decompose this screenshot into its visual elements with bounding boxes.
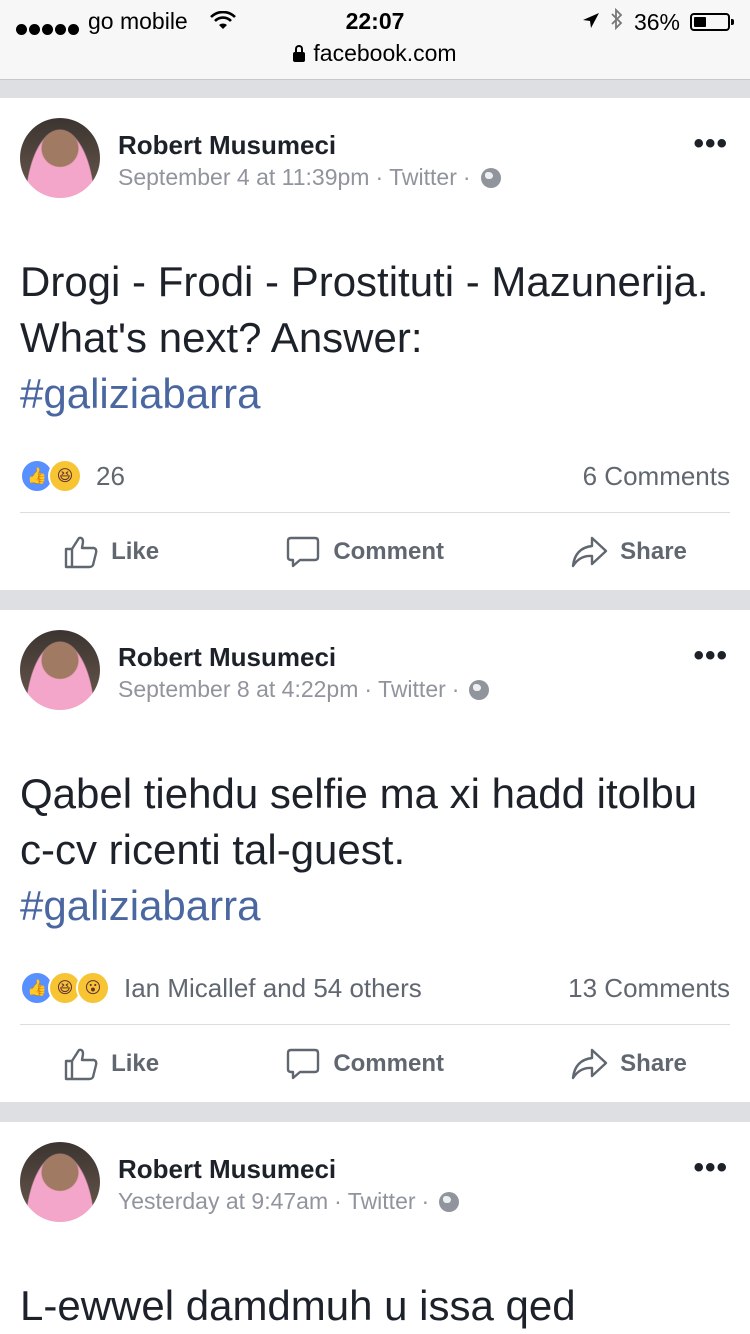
hashtag-link[interactable]: #galiziabarra <box>20 878 728 934</box>
avatar[interactable] <box>20 630 100 710</box>
status-bar: go mobile 22:07 36% facebook.com <box>0 0 750 80</box>
haha-reaction-icon: 😆 <box>48 459 82 493</box>
comment-bubble-icon <box>285 534 321 570</box>
like-button[interactable]: Like <box>63 1046 159 1082</box>
post-text: L-ewwel damdmuh u issa qed <box>20 1278 728 1334</box>
more-options-icon[interactable]: ••• <box>693 129 728 159</box>
hashtag-link[interactable]: #galiziabarra <box>20 366 728 422</box>
wow-reaction-icon: 😮 <box>76 971 110 1005</box>
meta-separator: · <box>462 164 471 190</box>
post-source[interactable]: Twitter <box>389 164 457 191</box>
bluetooth-icon <box>610 7 624 36</box>
post-timestamp[interactable]: September 4 at 11:39pm <box>118 164 369 191</box>
post-actions: Like Comment Share <box>0 1036 750 1092</box>
post-body: L-ewwel damdmuh u issa qed <box>20 1282 576 1329</box>
url-text: facebook.com <box>313 40 457 66</box>
meta-separator: · <box>375 164 384 190</box>
battery-percentage: 36% <box>633 8 680 35</box>
comments-count[interactable]: 6 Comments <box>583 461 730 492</box>
battery-icon <box>690 13 734 31</box>
reaction-icons: 👍 😆 😮 <box>20 971 110 1005</box>
location-arrow-icon <box>582 9 600 36</box>
share-button[interactable]: Share <box>570 534 687 570</box>
post-source[interactable]: Twitter <box>378 676 446 703</box>
post-author[interactable]: Robert Musumeci <box>118 1154 336 1185</box>
post-text: Qabel tiehdu selfie ma xi hadd itolbu c-… <box>20 766 728 934</box>
share-label: Share <box>620 538 687 565</box>
post-timestamp[interactable]: September 8 at 4:22pm <box>118 676 358 703</box>
post-meta: Yesterday at 9:47am · Twitter · <box>118 1188 460 1215</box>
post-timestamp[interactable]: Yesterday at 9:47am <box>118 1188 328 1215</box>
like-label: Like <box>111 1050 160 1077</box>
post-source[interactable]: Twitter <box>348 1188 416 1215</box>
share-arrow-icon <box>570 534 608 570</box>
post-body: Qabel tiehdu selfie ma xi hadd itolbu c-… <box>20 770 698 873</box>
thumbs-up-icon <box>63 534 99 570</box>
divider <box>20 1024 730 1025</box>
comment-button[interactable]: Comment <box>285 534 444 570</box>
post-author[interactable]: Robert Musumeci <box>118 130 336 161</box>
more-options-icon[interactable]: ••• <box>693 1153 728 1183</box>
meta-separator: · <box>421 1188 430 1214</box>
comment-bubble-icon <box>285 1046 321 1082</box>
reaction-icons: 👍 😆 <box>20 459 82 493</box>
post-author[interactable]: Robert Musumeci <box>118 642 336 673</box>
share-button[interactable]: Share <box>570 1046 687 1082</box>
post-body: Drogi - Frodi - Prostituti - Mazunerija.… <box>20 258 709 361</box>
share-arrow-icon <box>570 1046 608 1082</box>
comment-label: Comment <box>333 1050 444 1077</box>
like-button[interactable]: Like <box>63 534 159 570</box>
share-label: Share <box>620 1050 687 1077</box>
globe-icon <box>469 679 490 700</box>
globe-icon <box>439 1191 460 1212</box>
comments-count[interactable]: 13 Comments <box>568 973 730 1004</box>
like-label: Like <box>111 538 160 565</box>
comment-button[interactable]: Comment <box>285 1046 444 1082</box>
post-text: Drogi - Frodi - Prostituti - Mazunerija.… <box>20 254 728 422</box>
post-meta: September 4 at 11:39pm · Twitter · <box>118 164 501 191</box>
reaction-count[interactable]: Ian Micallef and 54 others <box>124 973 568 1004</box>
feed-post: Robert Musumeci Yesterday at 9:47am · Tw… <box>0 1122 750 1334</box>
feed-post: Robert Musumeci September 4 at 11:39pm ·… <box>0 98 750 590</box>
meta-separator: · <box>451 676 460 702</box>
divider <box>20 512 730 513</box>
meta-separator: · <box>364 676 373 702</box>
meta-separator: · <box>334 1188 342 1214</box>
thumbs-up-icon <box>63 1046 99 1082</box>
feed-post: Robert Musumeci September 8 at 4:22pm · … <box>0 610 750 1102</box>
reaction-summary[interactable]: 👍 😆 😮 Ian Micallef and 54 others 13 Comm… <box>20 968 730 1008</box>
address-bar[interactable]: facebook.com <box>0 40 750 67</box>
reaction-count[interactable]: 26 <box>96 461 583 492</box>
reaction-summary[interactable]: 👍 😆 26 6 Comments <box>20 456 730 496</box>
more-options-icon[interactable]: ••• <box>693 641 728 671</box>
globe-icon <box>480 167 501 188</box>
lock-icon <box>293 44 306 62</box>
comment-label: Comment <box>333 538 444 565</box>
post-actions: Like Comment Share <box>0 524 750 580</box>
post-meta: September 8 at 4:22pm · Twitter · <box>118 676 490 703</box>
avatar[interactable] <box>20 1142 100 1222</box>
avatar[interactable] <box>20 118 100 198</box>
